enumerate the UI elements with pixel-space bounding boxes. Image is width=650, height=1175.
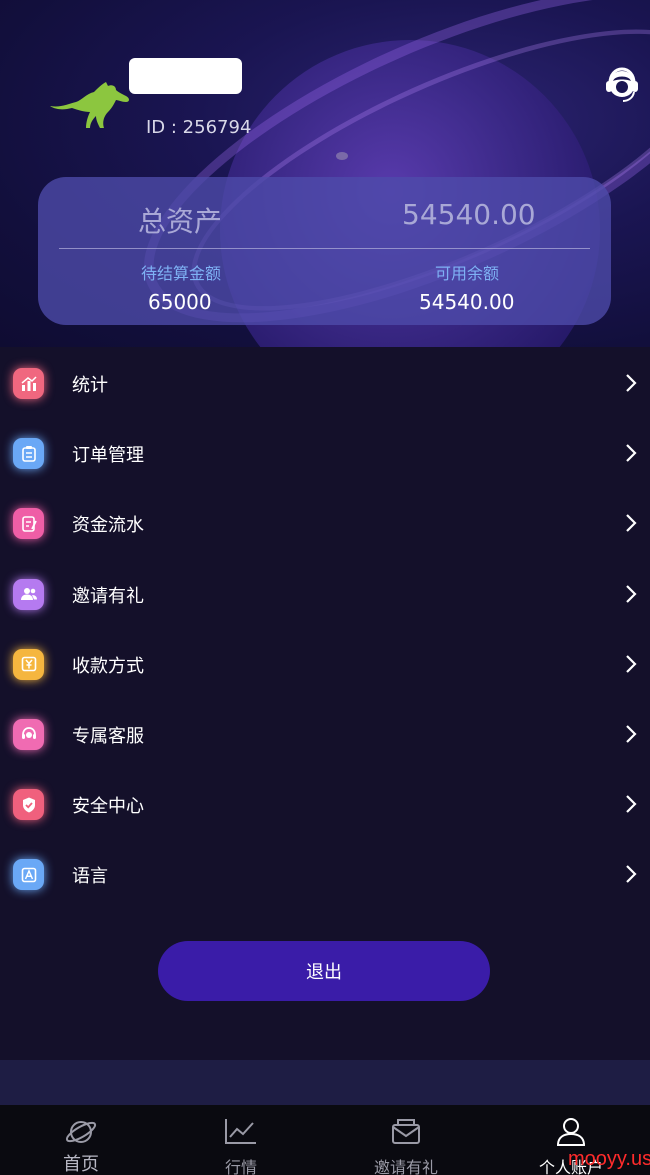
card-divider — [59, 248, 590, 249]
moon-decoration — [336, 152, 348, 160]
person-icon — [556, 1118, 586, 1146]
chart-icon — [225, 1119, 256, 1144]
menu-item-label: 收款方式 — [72, 655, 144, 677]
payment-method-icon — [13, 648, 44, 680]
chevron-right-icon — [626, 584, 637, 603]
language-icon — [13, 859, 44, 891]
available-balance-value: 54540.00 — [419, 290, 515, 314]
total-assets-label: 总资产 — [138, 205, 223, 238]
menu-item-security-center[interactable]: 安全中心 — [0, 768, 650, 838]
planet-icon — [65, 1121, 97, 1143]
logout-button[interactable]: 退出 — [158, 941, 490, 1001]
total-assets-value: 54540.00 — [402, 198, 536, 231]
profile-page: ID : 256794 总资产 54540.00 待结算金额 65000 可用余… — [0, 0, 650, 1175]
pending-amount-value: 65000 — [148, 290, 212, 314]
user-id: ID : 256794 — [146, 117, 252, 138]
customer-support-button[interactable] — [600, 62, 644, 106]
shield-icon — [13, 789, 44, 821]
tab-label: 邀请有礼 — [373, 1158, 438, 1175]
menu-item-label: 专属客服 — [72, 725, 144, 747]
menu-item-orders[interactable]: 订单管理 — [0, 417, 650, 487]
menu-item-label: 统计 — [72, 375, 108, 396]
chevron-right-icon — [626, 374, 637, 392]
menu-item-label: 邀请有礼 — [72, 585, 144, 607]
chevron-right-icon — [626, 725, 637, 743]
available-balance-label: 可用余额 — [435, 264, 500, 283]
order-icon — [13, 438, 44, 470]
chevron-right-icon — [626, 795, 637, 813]
tab-label: 行情 — [224, 1158, 257, 1175]
customer-service-icon — [13, 718, 44, 750]
menu-item-fund-flow[interactable]: 资金流水 — [0, 487, 650, 557]
tab-market[interactable]: 行情 — [160, 1105, 322, 1175]
tab-label: 首页 — [63, 1154, 99, 1175]
menu-item-statistics[interactable]: 统计 — [0, 347, 650, 417]
statistics-icon — [13, 368, 44, 399]
menu-item-label: 安全中心 — [72, 796, 144, 818]
fund-flow-icon — [13, 508, 44, 540]
chevron-right-icon — [626, 654, 637, 673]
menu-item-language[interactable]: 语言 — [0, 838, 650, 908]
menu-item-label: 资金流水 — [72, 515, 144, 537]
pending-amount-label: 待结算金额 — [141, 264, 222, 283]
watermark: mooyy.us — [568, 1148, 650, 1170]
menu-item-label: 订单管理 — [72, 445, 144, 467]
asset-summary-card: 总资产 54540.00 待结算金额 65000 可用余额 54540.00 — [38, 177, 611, 325]
kangaroo-logo-icon — [50, 82, 129, 128]
bottom-tab-bar: 首页 行情 邀请有礼 个人账户 — [0, 1105, 650, 1175]
headset-icon — [606, 67, 638, 102]
bottom-spacer — [0, 1060, 650, 1105]
menu-item-invite[interactable]: 邀请有礼 — [0, 558, 650, 628]
username-redacted — [129, 58, 242, 94]
chevron-right-icon — [626, 444, 637, 462]
menu-item-label: 语言 — [72, 866, 108, 888]
menu-item-customer-service[interactable]: 专属客服 — [0, 698, 650, 768]
menu-item-payment-method[interactable]: 收款方式 — [0, 628, 650, 698]
invite-icon — [13, 578, 44, 610]
mail-icon — [392, 1119, 420, 1144]
chevron-right-icon — [626, 865, 637, 884]
profile-header: ID : 256794 总资产 54540.00 待结算金额 65000 可用余… — [0, 0, 650, 347]
tab-home[interactable]: 首页 — [0, 1105, 162, 1175]
account-menu: 统计 订单管理 资金流水 邀请有礼 收款方式 专属客服 安全中心 语言 — [0, 347, 650, 909]
chevron-right-icon — [626, 514, 637, 533]
tab-invite[interactable]: 邀请有礼 — [325, 1105, 487, 1175]
